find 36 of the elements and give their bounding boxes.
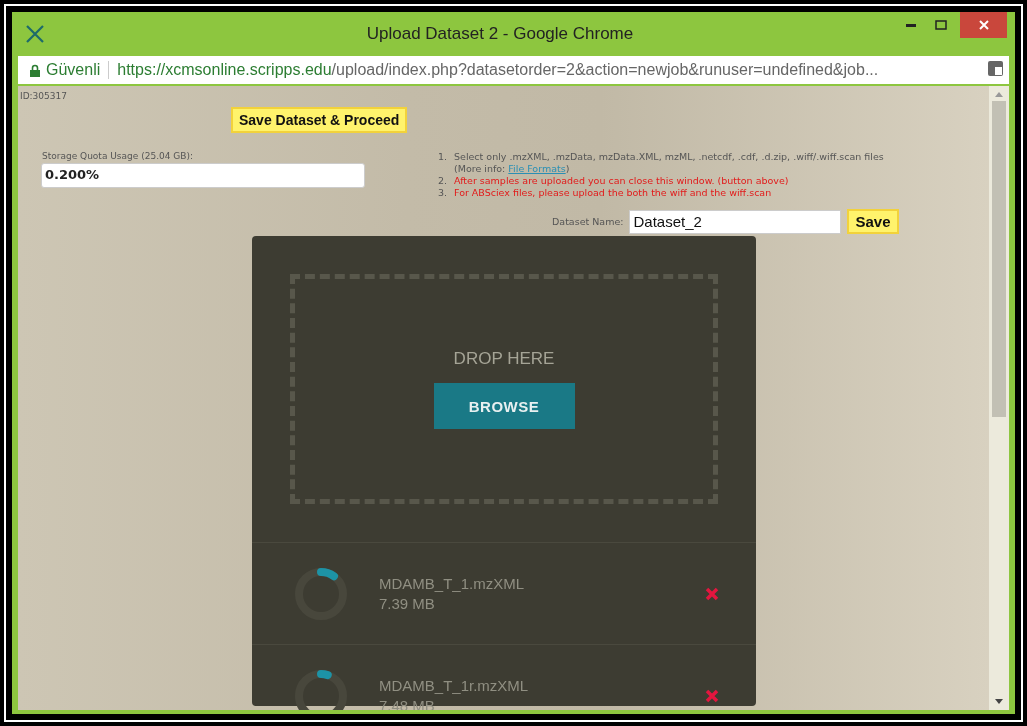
file-name: MDAMB_T_1r.mzXML <box>379 675 530 696</box>
minimize-icon[interactable] <box>906 23 916 27</box>
close-button[interactable] <box>960 12 1007 38</box>
file-name: MDAMB_T_1.mzXML <box>379 573 526 594</box>
list-number: 3. <box>438 187 449 199</box>
list-number: 1. <box>438 151 449 164</box>
logo-icon <box>26 25 44 43</box>
save-button[interactable]: Save <box>847 209 899 234</box>
instruction-text: Select only .mzXML, .mzData, mzData.XML, mzML, .netcdf, .cdf, .d.zip, .wiff/.wiff.scan files (More info: File Formats) <box>454 151 884 175</box>
security-label: Güvenli <box>46 61 101 79</box>
scroll-down-icon[interactable] <box>995 699 1003 704</box>
drop-zone[interactable]: DROP HERE BROWSE <box>290 274 718 504</box>
address-bar[interactable]: Güvenli https://xcmsonline.scripps.edu/upload/index.php?datasetorder=2&action=newjob&runuser=undefined&job... <box>18 56 1009 84</box>
drop-zone-title: DROP HERE <box>453 349 555 369</box>
dataset-name-label: Dataset Name: <box>552 216 624 227</box>
translate-icon[interactable] <box>988 60 1003 76</box>
file-size: 7.48 MB <box>379 695 436 710</box>
delete-icon[interactable] <box>705 688 719 703</box>
maximize-icon[interactable] <box>935 20 947 30</box>
save-proceed-button[interactable]: Save Dataset & Proceed <box>231 107 408 133</box>
scroll-up-icon[interactable] <box>995 92 1003 97</box>
file-size: 7.39 MB <box>379 593 436 614</box>
browse-button[interactable]: BROWSE <box>433 383 575 429</box>
url-text: https://xcmsonline.scripps.edu/upload/index.php?datasetorder=2&action=newjob&runuser=undefined&job... <box>117 61 879 79</box>
scrollbar[interactable] <box>989 86 1009 710</box>
job-id-label: ID:305317 <box>19 90 68 101</box>
quota-field: 0.200% <box>41 163 365 188</box>
dataset-name-field[interactable]: Dataset_2 <box>629 209 842 234</box>
close-icon <box>978 20 989 30</box>
lock-icon <box>30 63 40 77</box>
delete-icon[interactable] <box>705 586 719 601</box>
window-title: Upload Dataset 2 - Google Chrome <box>365 24 635 44</box>
instruction-text: After samples are uploaded you can close this window. (button above) <box>454 175 789 187</box>
instruction-text: For ABSciex files, please upload the both the wiff and the wiff.scan <box>454 187 772 199</box>
quota-label: Storage Quota Usage (25.04 GB): <box>42 151 194 161</box>
list-number: 2. <box>438 175 449 187</box>
